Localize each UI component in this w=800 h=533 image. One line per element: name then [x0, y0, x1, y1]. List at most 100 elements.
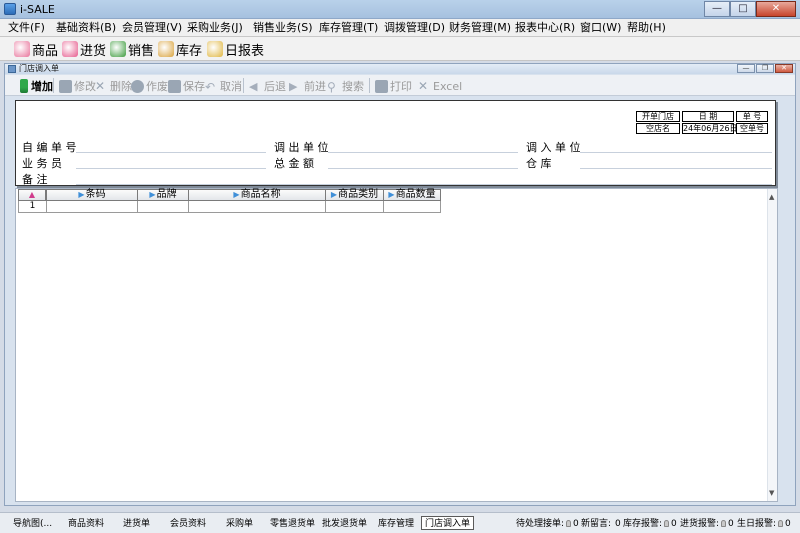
grid-header-label: 商品数量: [395, 189, 436, 200]
grid-header-4[interactable]: ▶商品数量: [383, 189, 441, 201]
scroll-down-icon[interactable]: ▼: [769, 489, 774, 497]
toolbar-add-button[interactable]: 增加: [17, 78, 53, 94]
toolbar-separator: [53, 78, 54, 93]
order-no-label: 单 号: [736, 111, 768, 122]
menu-item-2[interactable]: 会员管理(V): [122, 19, 182, 37]
child-window-controls: — ❐ ✕: [736, 64, 793, 74]
toolbar-forward-button[interactable]: ▶ 前进: [289, 78, 326, 94]
status-value: 0: [785, 519, 791, 529]
toolbar-label: 取消: [220, 80, 242, 93]
grid-cell[interactable]: [383, 201, 441, 213]
toolbar-search-button[interactable]: ⚲ 搜索: [327, 78, 364, 94]
taskbar-item-0[interactable]: 导航图(...: [13, 517, 52, 531]
status-value: 0: [573, 519, 579, 529]
toolbar-separator: [243, 78, 244, 93]
maximize-button[interactable]: □: [730, 1, 756, 17]
toolbar-label: 保存: [183, 80, 205, 93]
child-close-button[interactable]: ✕: [775, 64, 793, 73]
menu-item-7[interactable]: 财务管理(M): [449, 19, 511, 37]
shortcut-purchase[interactable]: 进货: [62, 40, 106, 59]
menu-item-1[interactable]: 基础资料(B): [56, 19, 116, 37]
grid-header-2[interactable]: ▶商品名称: [188, 189, 326, 201]
shortcut-product[interactable]: 商品: [14, 40, 58, 59]
minimize-button[interactable]: —: [704, 1, 730, 17]
grid-cell[interactable]: [137, 201, 190, 213]
grid-cell[interactable]: [188, 201, 327, 213]
product-icon: [14, 41, 30, 57]
in-unit-field[interactable]: [580, 152, 772, 153]
window-controls: — □ ✕: [704, 1, 796, 17]
toolbar-save-button[interactable]: 保存: [168, 78, 205, 94]
grid-corner-header[interactable]: ▲: [18, 189, 46, 201]
menu-item-9[interactable]: 窗口(W): [580, 19, 621, 37]
taskbar-item-8[interactable]: 门店调入单: [421, 516, 475, 530]
warehouse-field[interactable]: [580, 168, 772, 169]
menu-item-6[interactable]: 调拨管理(D): [384, 19, 445, 37]
child-minimize-button[interactable]: —: [737, 64, 755, 73]
shortcut-sales[interactable]: 销售: [110, 40, 155, 59]
inventory-icon: [158, 41, 174, 57]
save-icon: [168, 79, 181, 93]
items-grid[interactable]: ▲ ▶条码 ▶品牌 ▶商品名称 ▶商品类别 ▶商品数量 1 ▲ ▼: [15, 188, 778, 502]
grid-cell[interactable]: [46, 201, 139, 213]
delete-icon: ✕: [95, 78, 106, 93]
taskbar-item-1[interactable]: 商品资料: [68, 517, 104, 531]
toolbar-delete-button[interactable]: ✕ 删除: [95, 78, 132, 94]
document-icon: [8, 65, 16, 73]
remark-label: 备 注: [22, 173, 48, 186]
menu-item-4[interactable]: 销售业务(S): [253, 19, 313, 37]
grid-header-label: 条码: [85, 189, 106, 200]
toolbar-print-button[interactable]: 打印: [375, 78, 412, 94]
menu-item-8[interactable]: 报表中心(R): [515, 19, 575, 37]
taskbar-item-3[interactable]: 会员资料: [170, 517, 206, 531]
taskbar-item-5[interactable]: 零售退货单: [270, 517, 315, 531]
out-unit-label: 调 出 单 位: [274, 141, 329, 154]
open-store-label: 开单门店: [636, 111, 680, 122]
grid-header-3[interactable]: ▶商品类别: [325, 189, 384, 201]
salesperson-field[interactable]: [76, 168, 266, 169]
taskbar-item-6[interactable]: 批发退货单: [322, 517, 367, 531]
menu-item-10[interactable]: 帮助(H): [627, 19, 666, 37]
date-value: 24年06月26日: [682, 123, 738, 134]
taskbar-item-2[interactable]: 进货单: [123, 517, 150, 531]
menu-item-5[interactable]: 库存管理(T): [319, 19, 378, 37]
toolbar-back-button[interactable]: ◀ 后退: [249, 78, 286, 94]
grid-row-number[interactable]: 1: [18, 201, 47, 213]
remark-field[interactable]: [76, 184, 772, 185]
toolbar-excel-button[interactable]: ✕ Excel: [418, 78, 462, 94]
shortcut-label: 销售: [128, 43, 155, 59]
out-unit-field[interactable]: [328, 152, 518, 153]
taskbar-item-7[interactable]: 库存管理: [378, 517, 414, 531]
grid-header-label: 品牌: [156, 189, 177, 200]
lightbulb-icon: [664, 520, 670, 527]
shortcut-inventory[interactable]: 库存: [158, 40, 202, 59]
toolbar-void-button[interactable]: 作废: [131, 78, 168, 94]
forward-icon: ▶: [289, 79, 298, 93]
shortcut-label: 日报表: [225, 43, 265, 59]
toolbar-edit-button[interactable]: 修改: [59, 78, 96, 94]
cancel-icon: ↶: [205, 79, 216, 94]
open-store-value: 空店名: [636, 123, 680, 134]
scroll-up-icon[interactable]: ▲: [769, 193, 774, 201]
menu-item-0[interactable]: 文件(F): [8, 19, 45, 37]
doc-no-field[interactable]: [76, 152, 266, 153]
doc-no-label: 自 编 单 号: [22, 141, 77, 154]
toolbar-label: 打印: [390, 80, 412, 93]
total-amount-label: 总 金 额: [274, 157, 314, 170]
grid-vertical-scrollbar[interactable]: ▲ ▼: [767, 189, 777, 501]
salesperson-label: 业 务 员: [22, 157, 62, 170]
child-restore-button[interactable]: ❐: [756, 64, 774, 73]
grid-header-1[interactable]: ▶品牌: [137, 189, 189, 201]
total-amount-field: [328, 168, 518, 169]
grid-header-0[interactable]: ▶条码: [46, 189, 138, 201]
app-icon: [4, 3, 16, 15]
menu-item-3[interactable]: 采购业务(J): [187, 19, 243, 37]
taskbar-item-4[interactable]: 采购单: [226, 517, 253, 531]
toolbar-cancel-button[interactable]: ↶ 取消: [205, 78, 242, 94]
shortcut-daily-report[interactable]: 日报表: [207, 40, 265, 59]
close-button[interactable]: ✕: [756, 1, 796, 17]
purchase-icon: [62, 41, 78, 57]
child-window-title: 门店调入单: [19, 64, 59, 73]
grid-cell[interactable]: [325, 201, 385, 213]
in-unit-label: 调 入 单 位: [526, 141, 581, 154]
